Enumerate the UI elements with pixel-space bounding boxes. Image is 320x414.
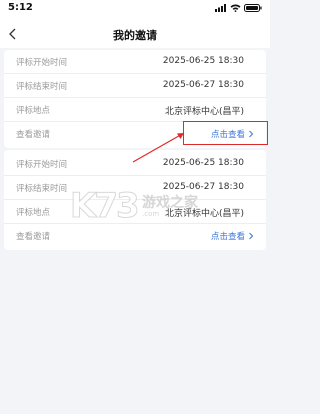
end-time-row: 评标结束时间 2025-06-27 18:30 [4,176,266,200]
location-value: 北京评标中心(昌平) [164,107,244,117]
end-time-value: 2025-06-27 18:30 [162,80,244,90]
chevron-right-icon [249,232,254,240]
end-time-value: 2025-06-27 18:30 [162,182,244,192]
view-invitation-row[interactable]: 查看邀请 点击查看 [4,224,266,248]
end-time-label: 评标结束时间 [16,184,68,194]
view-invitation-label: 查看邀请 [16,130,51,140]
location-row: 评标地点 北京评标中心(昌平) [4,98,266,122]
signal-icon [215,4,226,12]
location-label: 评标地点 [16,106,51,116]
start-time-label: 评标开始时间 [16,160,68,170]
wifi-icon [230,4,241,12]
start-time-label: 评标开始时间 [16,58,68,68]
location-row: 评标地点 北京评标中心(昌平) [4,200,266,224]
end-time-row: 评标结束时间 2025-06-27 18:30 [4,74,266,98]
location-label: 评标地点 [16,208,51,218]
status-time: 5:12 [8,2,33,13]
end-time-label: 评标结束时间 [16,82,68,92]
page-title: 我的邀请 [113,29,157,42]
status-bar: 5:12 [0,0,270,22]
annotation-highlight-box [183,121,268,145]
start-time-value: 2025-06-25 18:30 [162,158,244,168]
invitation-card: 评标开始时间 2025-06-25 18:30 评标结束时间 2025-06-2… [4,150,266,250]
start-time-value: 2025-06-25 18:30 [162,56,244,66]
view-invitation-label: 查看邀请 [16,232,51,242]
view-invitation-link[interactable]: 点击查看 [211,230,254,242]
battery-icon [244,4,262,12]
location-value: 北京评标中心(昌平) [164,209,244,219]
nav-bar: 我的邀请 [0,22,270,48]
status-icons [215,4,262,12]
start-time-row: 评标开始时间 2025-06-25 18:30 [4,152,266,176]
start-time-row: 评标开始时间 2025-06-25 18:30 [4,50,266,74]
view-link-text: 点击查看 [210,232,245,242]
